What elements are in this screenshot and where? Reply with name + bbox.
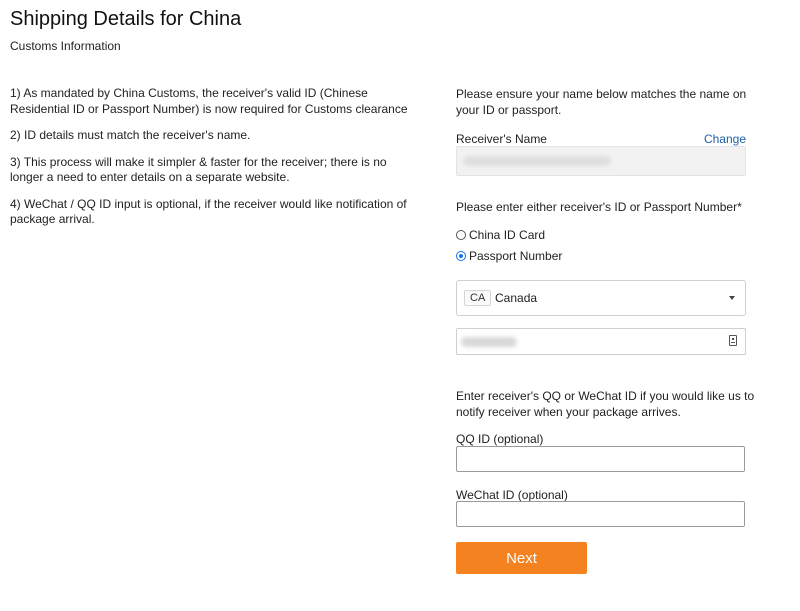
- page-title: Shipping Details for China: [10, 8, 242, 30]
- passport-option[interactable]: Passport Number: [456, 249, 562, 263]
- info-item: 2) ID details must match the receiver's …: [10, 128, 251, 142]
- wechat-id-input[interactable]: [456, 501, 745, 527]
- chevron-down-icon: [729, 296, 735, 300]
- passport-label: Passport Number: [469, 249, 563, 263]
- passport-number-input[interactable]: [456, 328, 746, 355]
- qq-id-label: QQ ID (optional): [456, 432, 544, 446]
- name-match-note: Please ensure your name below matches th…: [456, 87, 747, 117]
- passport-radio[interactable]: [456, 251, 466, 261]
- info-item: 4) WeChat / QQ ID input is optional, if …: [10, 196, 407, 227]
- info-item: 3) This process will make it simpler & f…: [10, 154, 387, 185]
- redacted-passport-number: [461, 337, 517, 347]
- country-select[interactable]: CA Canada: [456, 280, 746, 316]
- redacted-name: [463, 156, 611, 166]
- change-link[interactable]: Change: [704, 132, 746, 146]
- receiver-name-label: Receiver's Name: [456, 132, 547, 146]
- customs-info-list: 1) As mandated by China Customs, the rec…: [10, 86, 420, 239]
- china-id-option[interactable]: China ID Card: [456, 228, 545, 242]
- next-button[interactable]: Next: [456, 542, 587, 574]
- notify-note: Enter receiver's QQ or WeChat ID if you …: [456, 389, 755, 419]
- china-id-label: China ID Card: [469, 228, 546, 242]
- info-item: 1) As mandated by China Customs, the rec…: [10, 86, 408, 116]
- id-prompt: Please enter either receiver's ID or Pas…: [456, 200, 742, 214]
- page-subtitle: Customs Information: [10, 39, 121, 53]
- china-id-radio[interactable]: [456, 230, 466, 240]
- country-name: Canada: [495, 291, 538, 305]
- wechat-id-label: WeChat ID (optional): [456, 488, 568, 502]
- qq-id-input[interactable]: [456, 446, 745, 472]
- receiver-name-field: [456, 146, 746, 176]
- id-card-icon: [729, 335, 737, 346]
- country-code-badge: CA: [464, 290, 492, 306]
